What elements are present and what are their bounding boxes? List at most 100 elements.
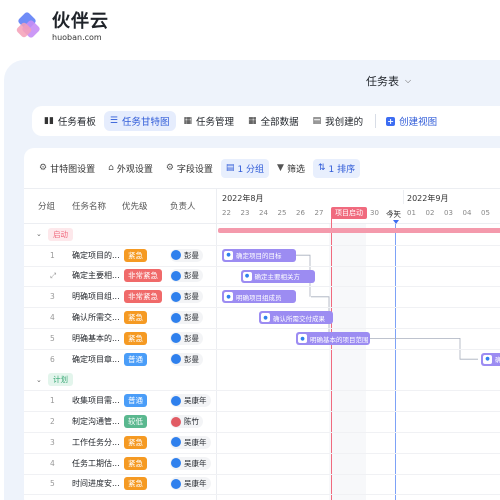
filter-button[interactable]: ▼ 筛选 <box>272 159 310 178</box>
phase-band <box>218 228 500 233</box>
column-header-priority[interactable]: 优先级 <box>122 200 148 212</box>
owner-chip[interactable]: 吴康年 <box>170 477 211 491</box>
row-divider <box>24 494 500 496</box>
priority-badge[interactable]: 紧急 <box>124 435 147 449</box>
appearance-settings-button[interactable]: ⌂ 外观设置 <box>103 159 158 178</box>
table-row[interactable]: ⤢ 确定主要相... 非常紧急 彭曼 <box>24 266 216 287</box>
row-index: 3 <box>50 292 55 302</box>
group-row[interactable]: ⌄ 计划 <box>24 370 216 391</box>
task-name[interactable]: 收集项目需... <box>72 395 120 406</box>
gantt-bar[interactable]: ● 确定主要相关方 <box>240 269 315 283</box>
priority-badge[interactable]: 普通 <box>124 352 147 366</box>
owner-chip[interactable]: 吴康年 <box>170 394 211 408</box>
priority-badge[interactable]: 紧急 <box>124 311 147 325</box>
column-header-group[interactable]: 分组 <box>38 200 55 212</box>
task-name[interactable]: 明确项目组... <box>72 291 120 302</box>
task-name[interactable]: 明确基本的... <box>72 333 120 344</box>
owner-name: 吴康年 <box>184 458 207 468</box>
priority-badge[interactable]: 紧急 <box>124 331 147 345</box>
chevron-down-icon[interactable]: ⌄ <box>36 376 42 384</box>
table-row[interactable]: 6 确定项目章... 普通 彭曼 <box>24 349 216 370</box>
milestone-label[interactable]: 项目启动 <box>331 207 367 219</box>
avatar: ● <box>483 354 492 364</box>
day-label: 27 <box>314 209 324 217</box>
gantt-bar[interactable]: ● 确认所需交付成果 <box>259 311 333 325</box>
table-row[interactable]: 4 任务工期估... 紧急 吴康年 <box>24 453 216 474</box>
day-label: 05 <box>481 209 490 217</box>
table-row[interactable]: 5 时间进度安... 紧急 吴康年 <box>24 474 216 495</box>
owner-name: 彭曼 <box>184 354 199 364</box>
owner-chip[interactable]: 彭曼 <box>170 248 203 262</box>
gantt-bar-label: 明确基本的项目范围 <box>310 335 369 344</box>
kanban-icon: ▮▮ <box>44 116 54 126</box>
day-label: 01 <box>407 209 416 217</box>
gantt-bar[interactable]: ● 明确基本的项目范围 <box>296 332 370 345</box>
button-label: 外观设置 <box>116 164 153 175</box>
row-index: 1 <box>50 396 55 406</box>
tab-kanban[interactable]: ▮▮ 任务看板 <box>38 111 102 131</box>
priority-badge[interactable]: 较低 <box>124 415 147 429</box>
priority-badge[interactable]: 非常紧急 <box>124 269 162 283</box>
task-name[interactable]: 确定项目章... <box>72 354 120 365</box>
gantt-bar[interactable]: ● 明确项目组成员 <box>222 290 296 304</box>
owner-chip[interactable]: 吴康年 <box>170 456 211 470</box>
priority-badge[interactable]: 紧急 <box>124 456 147 470</box>
gantt-bar-label: 确定主要相关方 <box>254 273 301 282</box>
today-marker-icon <box>393 220 399 224</box>
task-name[interactable]: 确认所需交... <box>72 312 120 323</box>
table-row[interactable]: 2 制定沟通管... 较低 陈竹 <box>24 411 216 432</box>
chevron-down-icon[interactable]: ⌄ <box>36 230 42 238</box>
avatar <box>171 416 181 427</box>
task-name[interactable]: 确定主要相... <box>72 270 120 281</box>
owner-chip[interactable]: 吴康年 <box>170 435 211 449</box>
gantt-bar[interactable]: ● 确 <box>481 352 500 366</box>
group-row[interactable]: ⌄ 启动 <box>24 224 216 245</box>
day-label: 02 <box>425 209 435 217</box>
owner-chip[interactable]: 彭曼 <box>170 269 203 283</box>
priority-badge[interactable]: 紧急 <box>124 248 147 262</box>
view-title-dropdown[interactable]: 任务表 ⌵ <box>366 73 411 89</box>
tab-gantt[interactable]: ☰ 任务甘特图 <box>103 111 176 131</box>
gantt-bar[interactable]: ● 确定项目的目标 <box>222 248 296 262</box>
group-button[interactable]: ▤ 1 分组 <box>220 158 270 178</box>
create-view-button[interactable]: + 创建视图 <box>380 111 443 131</box>
row-index: 5 <box>50 479 55 489</box>
column-header-owner[interactable]: 负责人 <box>170 200 196 212</box>
tab-all-data[interactable]: ▦ 全部数据 <box>242 111 305 131</box>
tab-task-management[interactable]: ▦ 任务管理 <box>178 111 241 131</box>
row-index: 4 <box>50 313 55 323</box>
task-name[interactable]: 制定沟通管... <box>72 416 120 427</box>
tab-label: 任务看板 <box>57 117 96 128</box>
priority-badge[interactable]: 紧急 <box>124 477 147 491</box>
priority-badge[interactable]: 普通 <box>124 394 147 408</box>
table-row[interactable]: 4 确认所需交... 紧急 彭曼 <box>24 307 216 328</box>
task-name[interactable]: 工作任务分... <box>72 437 120 448</box>
column-header-name[interactable]: 任务名称 <box>72 200 106 212</box>
table-row[interactable]: 3 工作任务分... 紧急 吴康年 <box>24 432 216 453</box>
table-row[interactable]: 5 明确基本的... 紧急 彭曼 <box>24 328 216 349</box>
gantt-settings-button[interactable]: ⚙ 甘特图设置 <box>34 159 100 178</box>
owner-chip[interactable]: 彭曼 <box>170 290 203 304</box>
button-label: 筛选 <box>286 164 305 175</box>
tab-label: 创建视图 <box>399 117 438 128</box>
task-name[interactable]: 时间进度安... <box>72 478 120 489</box>
owner-chip[interactable]: 陈竹 <box>170 415 203 429</box>
table-row[interactable]: 1 确定项目的... 紧急 彭曼 <box>24 245 216 266</box>
table-row[interactable]: 3 明确项目组... 非常紧急 彭曼 <box>24 286 216 307</box>
table-row[interactable]: 1 收集项目需... 普通 吴康年 <box>24 390 216 411</box>
owner-chip[interactable]: 彭曼 <box>170 331 203 345</box>
day-label: 30 <box>370 209 379 217</box>
owner-name: 吴康年 <box>184 437 207 447</box>
gantt-icon: ☰ <box>109 116 118 126</box>
tab-my-created[interactable]: ▤ 我创建的 <box>307 111 370 131</box>
gantt-toolbar: ⚙ 甘特图设置 ⌂ 外观设置 ⚙ 字段设置 ▤ 1 分组 ▼ 筛选 ⇅ 1 排序 <box>24 148 500 188</box>
task-name[interactable]: 任务工期估... <box>72 458 120 469</box>
expand-icon[interactable]: ⤢ <box>50 271 56 281</box>
owner-chip[interactable]: 彭曼 <box>170 352 203 366</box>
owner-chip[interactable]: 彭曼 <box>170 311 203 325</box>
sort-button[interactable]: ⇅ 1 排序 <box>312 158 361 178</box>
field-settings-button[interactable]: ⚙ 字段设置 <box>161 159 218 178</box>
priority-badge[interactable]: 非常紧急 <box>124 290 162 304</box>
chevron-down-icon: ⌵ <box>405 76 412 85</box>
task-name[interactable]: 确定项目的... <box>72 250 120 261</box>
